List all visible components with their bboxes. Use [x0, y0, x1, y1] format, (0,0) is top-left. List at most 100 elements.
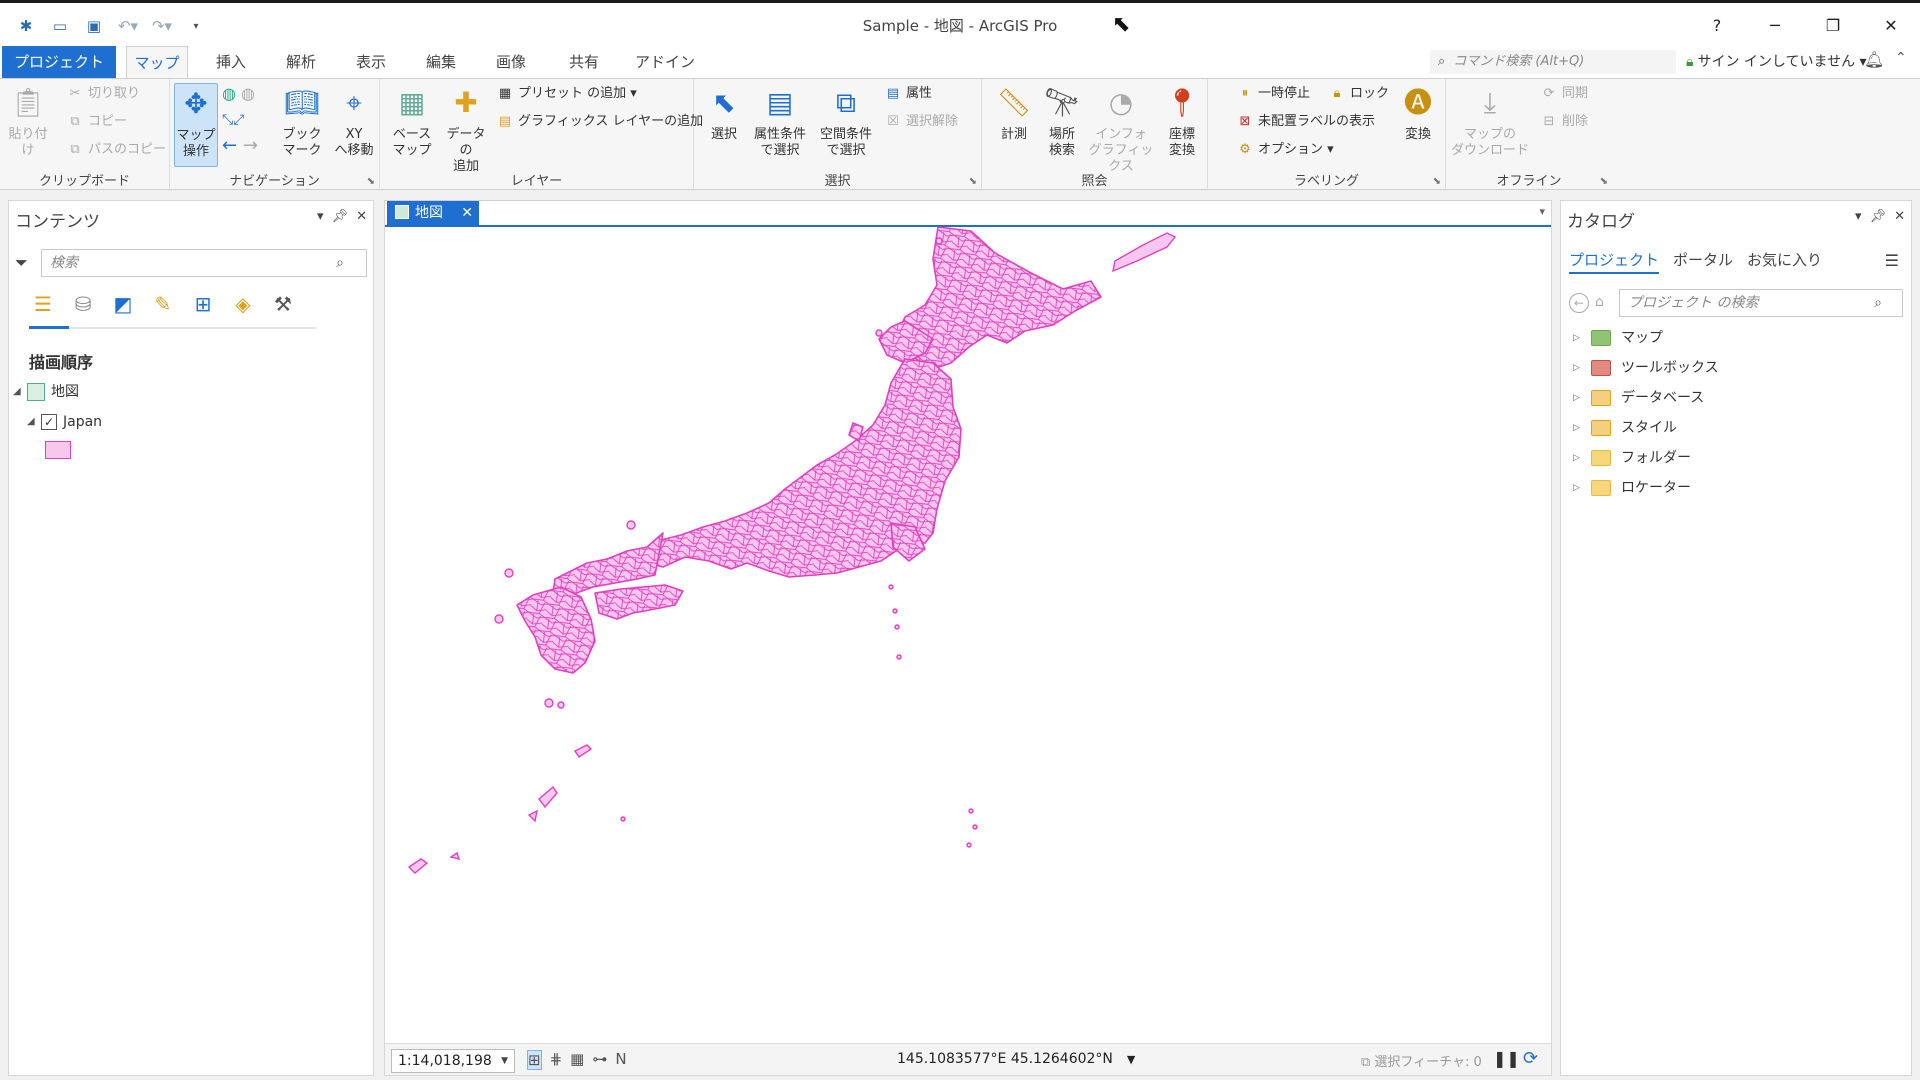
menu-icon[interactable]: ☰: [1885, 251, 1899, 270]
tab-edit[interactable]: 編集: [416, 46, 466, 78]
close-button[interactable]: ✕: [1862, 6, 1920, 44]
command-search-input[interactable]: ⌕ コマンド検索 (Alt+Q): [1430, 50, 1676, 74]
remove-offline-button[interactable]: ⊟ 削除: [1540, 111, 1588, 133]
expand-triangle-icon[interactable]: ▷: [1573, 357, 1591, 379]
close-tab-icon[interactable]: ✕: [461, 201, 473, 225]
tab-view[interactable]: 表示: [346, 46, 396, 78]
close-pane-icon[interactable]: ✕: [1894, 209, 1905, 224]
notification-bell-icon[interactable]: 🔔︎: [1864, 50, 1884, 69]
tab-addin[interactable]: アドイン: [630, 46, 700, 78]
expand-triangle-icon[interactable]: ◢: [13, 381, 27, 403]
list-by-snapping-icon[interactable]: ⊞: [189, 289, 217, 319]
list-by-editing-icon[interactable]: ✎: [149, 289, 177, 319]
tab-list-icon[interactable]: ▾: [1539, 205, 1545, 218]
add-data-button[interactable]: ✚ データの 追加: [442, 83, 490, 175]
list-by-source-icon[interactable]: ⛁: [69, 289, 97, 319]
pin-icon[interactable]: 📌︎: [332, 209, 349, 224]
labeling-launcher-icon[interactable]: ⬊: [1433, 176, 1441, 187]
measure-button[interactable]: 📏︎ 計測: [990, 83, 1038, 143]
expand-triangle-icon[interactable]: ▷: [1573, 387, 1591, 409]
goto-xy-button[interactable]: ⌖ XY へ移動: [330, 83, 378, 159]
copy-path-button[interactable]: ⧉ パスのコピー: [66, 139, 166, 161]
catalog-item-folders[interactable]: ▷ フォルダー: [1573, 447, 1691, 469]
table-icon[interactable]: ▦: [570, 1050, 584, 1070]
coordinate-conversion-button[interactable]: 📍︎ 座標 変換: [1158, 83, 1206, 159]
expand-triangle-icon[interactable]: ▷: [1573, 417, 1591, 439]
tab-project[interactable]: プロジェクト: [2, 46, 116, 78]
tab-imagery[interactable]: 画像: [486, 46, 536, 78]
snapping-icon[interactable]: ⊞: [527, 1050, 542, 1070]
tree-item-map[interactable]: ◢ 地図: [13, 381, 79, 403]
list-by-labeling-icon[interactable]: ◈: [229, 289, 257, 319]
collapse-ribbon-icon[interactable]: ⌃: [1895, 50, 1907, 66]
expand-triangle-icon[interactable]: ▷: [1573, 327, 1591, 349]
grid-icon[interactable]: ⋕: [550, 1050, 563, 1070]
explore-button[interactable]: ✥ マップ 操作: [174, 83, 218, 167]
pane-options-icon[interactable]: ▾: [1855, 209, 1862, 224]
copy-button[interactable]: ⧉ コピー: [66, 111, 127, 133]
restore-button[interactable]: ❐: [1804, 6, 1862, 44]
catalog-search-input[interactable]: プロジェクト の検索 ⌕: [1619, 289, 1903, 317]
catalog-item-maps[interactable]: ▷ マップ: [1573, 327, 1663, 349]
sync-button[interactable]: ⟳ 同期: [1540, 83, 1588, 105]
map-view-tab[interactable]: 地図 ✕: [387, 201, 479, 225]
selection-launcher-icon[interactable]: ⬊: [969, 176, 977, 187]
list-by-perspective-icon[interactable]: ⚒: [269, 289, 297, 319]
catalog-item-styles[interactable]: ▷ スタイル: [1573, 417, 1677, 439]
unplaced-labels-button[interactable]: ⊠ 未配置ラベルの表示: [1236, 111, 1375, 133]
bookmarks-button[interactable]: 📖︎ ブック マーク: [278, 83, 326, 159]
select-button[interactable]: ⬉ 選択: [700, 83, 748, 143]
expand-triangle-icon[interactable]: ▷: [1573, 477, 1591, 499]
signin-status[interactable]: 🔒︎ サイン インしていません ▾: [1686, 50, 1867, 74]
basemap-button[interactable]: ▦ ベース マップ: [388, 83, 436, 159]
back-arrow-icon[interactable]: ←: [1569, 293, 1589, 313]
help-button[interactable]: ?: [1688, 6, 1746, 44]
expand-triangle-icon[interactable]: ▷: [1573, 447, 1591, 469]
correction-icon[interactable]: ⊶: [592, 1050, 607, 1070]
zoom-fixed-icon[interactable]: ⤡⤢: [222, 109, 244, 131]
tree-item-layer[interactable]: ◢ ✓ Japan: [27, 411, 102, 433]
previous-next-extent-icon[interactable]: ← →: [222, 135, 258, 157]
pane-options-icon[interactable]: ▾: [317, 209, 324, 224]
home-icon[interactable]: ⌂: [1595, 294, 1604, 310]
tab-favorites[interactable]: お気に入り: [1747, 249, 1822, 274]
infographics-button[interactable]: ◔ インフォ グラフィックス: [1086, 83, 1156, 175]
filter-icon[interactable]: ⏷: [15, 253, 28, 273]
tab-analysis[interactable]: 解析: [276, 46, 326, 78]
add-graphics-layer-button[interactable]: ▤ グラフィックス レイヤーの追加: [496, 111, 703, 133]
north-arrow-icon[interactable]: N: [615, 1050, 626, 1070]
convert-labels-button[interactable]: 🅐 変換: [1394, 83, 1442, 143]
cut-button[interactable]: ✂ 切り取り: [66, 83, 140, 105]
tab-portal[interactable]: ポータル: [1673, 249, 1733, 274]
scale-dropdown[interactable]: 1:14,018,198 ▼: [391, 1049, 515, 1073]
tab-project[interactable]: プロジェクト: [1569, 249, 1660, 274]
pause-drawing-button[interactable]: ❚❚: [1493, 1049, 1520, 1068]
navigation-launcher-icon[interactable]: ⬊: [367, 176, 375, 187]
close-pane-icon[interactable]: ✕: [356, 209, 367, 224]
tab-insert[interactable]: 挿入: [206, 46, 256, 78]
add-preset-button[interactable]: ▦ プリセット の追加 ▾: [496, 83, 637, 105]
expand-triangle-icon[interactable]: ◢: [27, 411, 41, 433]
select-by-attributes-button[interactable]: ▤ 属性条件 で選択: [750, 83, 810, 159]
minimize-button[interactable]: ─: [1746, 6, 1804, 44]
download-map-button[interactable]: ⤓ マップの ダウンロード: [1450, 83, 1530, 159]
layer-symbol-swatch[interactable]: [45, 441, 71, 459]
lock-labels-button[interactable]: 🔒︎ ロック: [1328, 83, 1389, 105]
full-extent-icon[interactable]: ◍ ◍: [222, 83, 255, 105]
pin-icon[interactable]: 📌︎: [1870, 209, 1887, 224]
tab-map[interactable]: マップ: [126, 46, 188, 79]
catalog-item-databases[interactable]: ▷ データベース: [1573, 387, 1704, 409]
coordinate-readout[interactable]: 145.1083577°E 45.1264602°N ▼: [897, 1051, 1135, 1067]
labeling-options-button[interactable]: ⚙ オプション ▾: [1236, 139, 1334, 161]
contents-search-input[interactable]: 検索 ⌕: [41, 249, 367, 277]
select-by-location-button[interactable]: ⧉ 空間条件 で選択: [816, 83, 876, 159]
layer-visibility-checkbox[interactable]: ✓: [41, 414, 57, 430]
attributes-button[interactable]: ▤ 属性: [884, 83, 932, 105]
locate-button[interactable]: 🔭︎ 場所 検索: [1038, 83, 1086, 159]
list-by-drawing-order-icon[interactable]: ☰: [29, 289, 57, 319]
list-by-selection-icon[interactable]: ◩: [109, 289, 137, 319]
pause-labeling-button[interactable]: ⏸ 一時停止: [1236, 83, 1310, 105]
offline-launcher-icon[interactable]: ⬊: [1600, 176, 1608, 187]
refresh-icon[interactable]: ⟳: [1523, 1048, 1538, 1069]
paste-button[interactable]: 📋︎ 貼り付け: [4, 83, 52, 159]
